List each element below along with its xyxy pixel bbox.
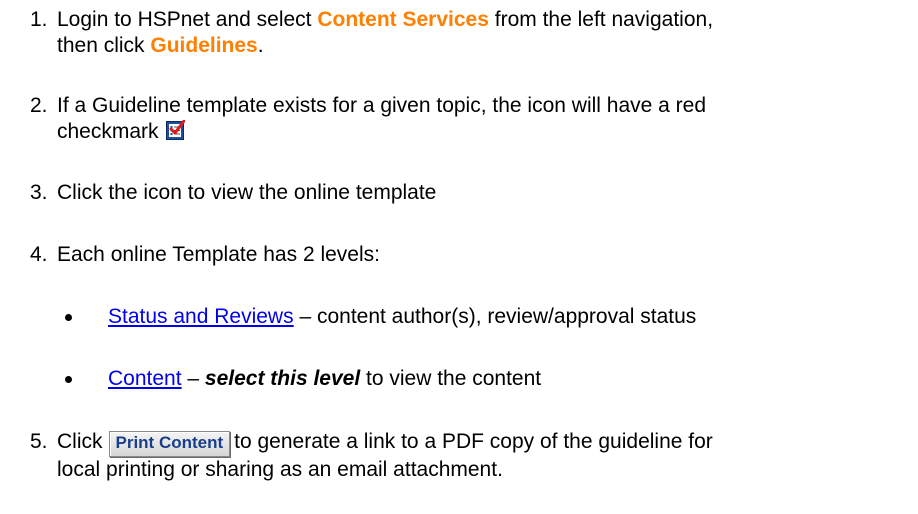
step-5-line2: local printing or sharing as an email at…	[57, 458, 503, 481]
bullet-2-description: to view the content	[360, 367, 542, 390]
step-text: If a Guideline template exists for a giv…	[57, 93, 907, 145]
print-content-button[interactable]: Print Content	[108, 431, 231, 457]
step-1-text-pre: Login to HSPnet and select	[57, 8, 318, 31]
step-1-line2-pre: then click	[57, 34, 151, 57]
select-this-level-emphasis: select this level	[204, 367, 361, 390]
step-text: Login to HSPnet and select Content Servi…	[57, 7, 907, 59]
bullet-2-dash: –	[181, 367, 205, 390]
step-2-line1: If a Guideline template exists for a giv…	[57, 94, 707, 117]
step-1-text-mid: from the left navigation,	[488, 8, 714, 31]
guidelines-label: Guidelines	[150, 34, 258, 57]
step-number: 2.	[30, 94, 48, 117]
step-1-line2-post: .	[257, 34, 264, 57]
step-text: Each online Template has 2 levels:	[57, 243, 380, 266]
bullet-text: Status and Reviews – content author(s), …	[108, 304, 908, 330]
step-text: Click the icon to view the online templa…	[57, 181, 437, 204]
step-number: 5.	[30, 430, 48, 453]
bullet-dot	[65, 314, 72, 321]
bullet-1-description: – content author(s), review/approval sta…	[293, 305, 697, 328]
step-number: 4.	[30, 243, 48, 266]
bullet-text: Content – select this level to view the …	[108, 366, 908, 392]
content-link[interactable]: Content	[108, 367, 182, 390]
step-5-text-pre: Click	[57, 430, 103, 453]
instructions-document: 1. Login to HSPnet and select Content Se…	[0, 0, 918, 514]
step-number: 3.	[30, 181, 48, 204]
step-5-text-post: to generate a link to a PDF copy of the …	[234, 430, 713, 453]
step-text: Click Print Content to generate a link to …	[57, 429, 907, 483]
content-services-label: Content Services	[317, 8, 489, 31]
status-and-reviews-link[interactable]: Status and Reviews	[108, 305, 294, 328]
step-2-line2: checkmark	[57, 120, 159, 143]
bullet-dot	[65, 376, 72, 383]
step-number: 1.	[30, 8, 48, 31]
guideline-template-checkmark-icon	[166, 119, 186, 140]
